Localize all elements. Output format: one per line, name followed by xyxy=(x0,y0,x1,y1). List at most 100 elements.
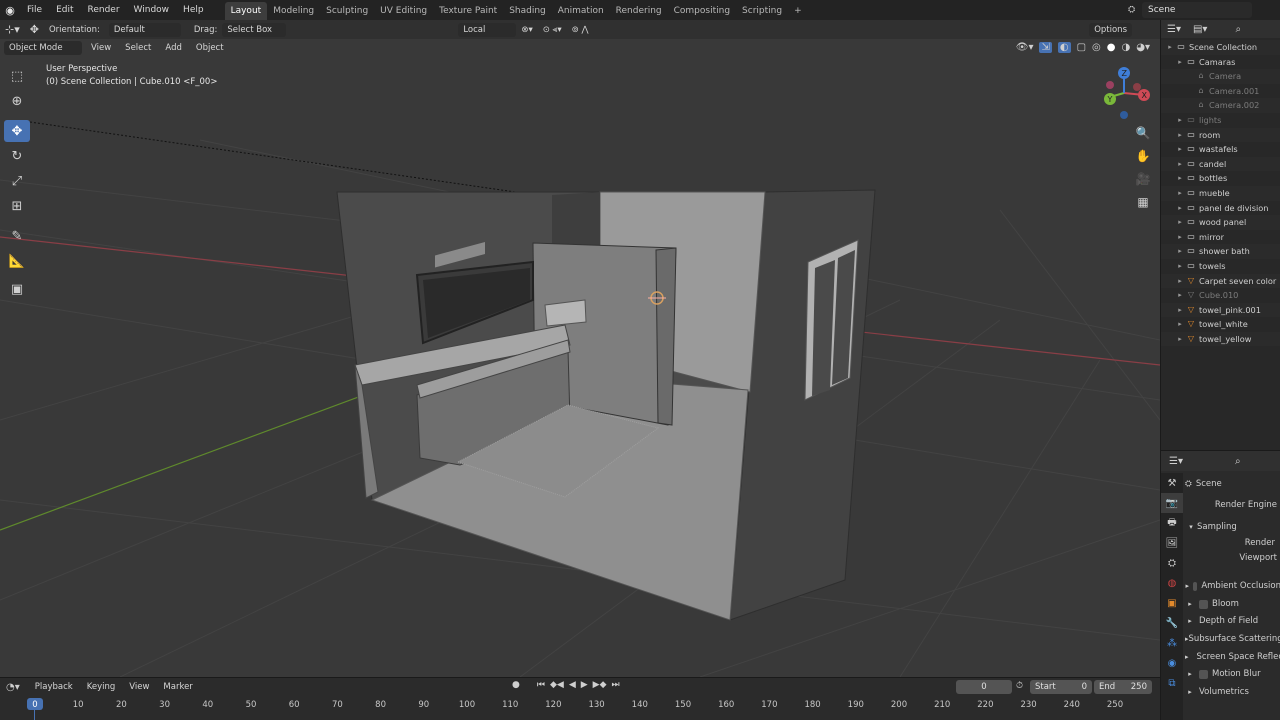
view-layer-tab-icon[interactable]: 🖼 xyxy=(1161,533,1183,553)
expand-toggle-icon[interactable]: ▸ xyxy=(1175,142,1185,157)
outliner-row[interactable]: ▸ ▭ mueble xyxy=(1161,185,1280,201)
expand-toggle-icon[interactable]: ▸ xyxy=(1175,215,1185,230)
outliner-row[interactable]: ▸ ▽ towel_yellow xyxy=(1161,331,1280,347)
object-tab-icon[interactable]: ▣ xyxy=(1161,593,1183,613)
outliner-row[interactable]: ▸ ▭ wood panel xyxy=(1161,215,1280,230)
outliner-row[interactable]: ▸ ▭ mirror xyxy=(1161,230,1280,245)
viewport-menu-view[interactable]: View xyxy=(86,43,116,53)
workspace-tab-rendering[interactable]: Rendering xyxy=(610,2,668,20)
proportional-edit-icon[interactable]: ⊚ ⋀ xyxy=(567,25,594,35)
select-box-tool-icon[interactable]: ⬚ xyxy=(4,65,30,87)
outliner-row[interactable]: ▸ ▭ candel xyxy=(1161,156,1280,172)
expand-toggle-icon[interactable]: ▸ xyxy=(1175,332,1185,347)
scene-tab-icon[interactable]: ⛭ xyxy=(1161,553,1183,573)
expand-toggle-icon[interactable]: ▸ xyxy=(1175,274,1185,289)
workspace-tab-texture-paint[interactable]: Texture Paint xyxy=(433,2,503,20)
scene-selector[interactable]: ⛭ Scene xyxy=(1128,2,1252,18)
property-section-header[interactable]: ▸ Motion Blur xyxy=(1185,666,1280,684)
expand-toggle-icon[interactable]: ▸ xyxy=(1175,317,1185,332)
menu-file[interactable]: File xyxy=(20,0,49,20)
modifier-tab-icon[interactable]: 🔧 xyxy=(1161,613,1183,633)
section-enable-checkbox[interactable] xyxy=(1199,600,1208,610)
overlay-toggle-icon[interactable]: ◐ xyxy=(1057,42,1071,53)
xray-icon[interactable]: ▢ xyxy=(1077,42,1086,53)
expand-toggle-icon[interactable]: ▸ xyxy=(1175,171,1185,186)
property-section-header[interactable]: ▸ Bloom xyxy=(1185,596,1280,614)
wireframe-shading-icon[interactable]: ◎ xyxy=(1092,42,1101,53)
tool-tab-icon[interactable]: ⚒ xyxy=(1161,473,1183,493)
expand-toggle-icon[interactable]: ▸ xyxy=(1175,303,1185,318)
property-section-header[interactable]: ▸ Subsurface Scattering xyxy=(1185,631,1280,649)
options-dropdown[interactable]: Options xyxy=(1089,22,1132,37)
outliner-filter-icon[interactable]: ▤▾ xyxy=(1193,24,1207,35)
transform-tool-icon[interactable]: ⊞ xyxy=(4,195,30,217)
expand-toggle-icon[interactable]: ▸ xyxy=(1175,288,1185,303)
solid-shading-icon[interactable]: ● xyxy=(1107,42,1116,53)
viewport-menu-add[interactable]: Add xyxy=(160,43,186,53)
outliner-row[interactable]: ▸ ▭ Scene Collection xyxy=(1161,40,1280,55)
menu-help[interactable]: Help xyxy=(176,0,211,20)
outliner-row[interactable]: ⌂ Camera xyxy=(1161,69,1280,84)
section-enable-checkbox[interactable] xyxy=(1193,582,1198,592)
outliner-row[interactable]: ▸ ▭ Camaras xyxy=(1161,55,1280,70)
transform-space-dropdown[interactable]: Local xyxy=(458,22,517,37)
workspace-tab-uv-editing[interactable]: UV Editing xyxy=(374,2,433,20)
expand-toggle-icon[interactable]: ▸ xyxy=(1175,157,1185,172)
visibility-icon[interactable]: 👁▾ xyxy=(1016,42,1034,53)
section-enable-checkbox[interactable] xyxy=(1199,670,1208,680)
properties-search-icon[interactable]: ⌕ xyxy=(1235,456,1241,467)
add-cube-tool-icon[interactable]: ▣ xyxy=(4,278,30,300)
menu-edit[interactable]: Edit xyxy=(49,0,80,20)
camera-view-icon[interactable]: 🎥 xyxy=(1132,168,1154,190)
mode-dropdown[interactable]: Object Mode xyxy=(4,40,82,55)
particles-tab-icon[interactable]: ⁂ xyxy=(1161,633,1183,653)
outliner-row[interactable]: ▸ ▭ lights xyxy=(1161,113,1280,128)
workspace-tab-animation[interactable]: Animation xyxy=(552,2,610,20)
workspace-tab-shading[interactable]: Shading xyxy=(503,2,552,20)
drag-dropdown[interactable]: Select Box xyxy=(222,22,287,37)
property-section-header[interactable]: ▸ Ambient Occlusion xyxy=(1185,578,1280,596)
outliner-row[interactable]: ▸ ▭ panel de division xyxy=(1161,201,1280,216)
expand-toggle-icon[interactable]: ▸ xyxy=(1175,128,1185,143)
workspace-tab-compositing[interactable]: Compositing xyxy=(668,2,736,20)
expand-toggle-icon[interactable]: ▸ xyxy=(1175,55,1185,70)
expand-toggle-icon[interactable]: ▸ xyxy=(1175,244,1185,259)
outliner-search-icon[interactable]: ⌕ xyxy=(1235,24,1241,35)
outliner-row[interactable]: ▸ ▽ Carpet seven color xyxy=(1161,273,1280,289)
viewport-samples-row[interactable]: Viewport xyxy=(1185,551,1280,566)
viewport-menu-object[interactable]: Object xyxy=(191,43,229,53)
editor-type-icon[interactable]: ⊹▾ xyxy=(0,23,25,36)
outliner-row[interactable]: ▸ ▭ towels xyxy=(1161,259,1280,274)
outliner-row[interactable]: ▸ ▭ wastafels xyxy=(1161,142,1280,157)
bathroom-model[interactable] xyxy=(336,189,876,621)
render-engine-row[interactable]: Render Engine xyxy=(1185,497,1280,515)
transform-gizmo-icon[interactable]: ✥ xyxy=(25,23,44,36)
workspace-tab-modeling[interactable]: Modeling xyxy=(267,2,320,20)
material-shading-icon[interactable]: ◑ xyxy=(1122,42,1131,53)
menu-window[interactable]: Window xyxy=(127,0,177,20)
rendered-shading-icon[interactable]: ◕▾ xyxy=(1136,42,1150,53)
outliner-row[interactable]: ▸ ▽ Cube.010 xyxy=(1161,288,1280,303)
render-tab-icon[interactable]: 📷 xyxy=(1161,493,1183,513)
rotate-tool-icon[interactable]: ↻ xyxy=(4,145,30,167)
expand-toggle-icon[interactable]: ▸ xyxy=(1175,113,1185,128)
expand-toggle-icon[interactable]: ▸ xyxy=(1165,40,1175,55)
scale-tool-icon[interactable]: ⤢ xyxy=(4,170,30,192)
outliner-row[interactable]: ⌂ Camera.002 xyxy=(1161,98,1280,113)
property-section-header[interactable]: ▸ Volumetrics xyxy=(1185,684,1280,702)
outliner-row[interactable]: ▸ ▭ bottles xyxy=(1161,171,1280,186)
move-tool-icon[interactable]: ✥ xyxy=(4,120,30,142)
property-section-header[interactable]: ▸ Depth of Field xyxy=(1185,613,1280,631)
viewport-menu-select[interactable]: Select xyxy=(120,43,156,53)
world-tab-icon[interactable]: ◍ xyxy=(1161,573,1183,593)
outliner-row[interactable]: ▸ ▽ towel_white xyxy=(1161,317,1280,332)
viewport-scene[interactable] xyxy=(0,20,1160,677)
menu-render[interactable]: Render xyxy=(81,0,127,20)
expand-toggle-icon[interactable]: ▸ xyxy=(1175,201,1185,216)
outliner-row[interactable]: ⌂ Camera.001 xyxy=(1161,84,1280,99)
zoom-icon[interactable]: 🔍 xyxy=(1132,122,1154,144)
snap-icon[interactable]: ⊙ ⫷▾ xyxy=(538,25,567,35)
outliner-editor-icon[interactable]: ☰▾ xyxy=(1167,24,1181,35)
outliner-row[interactable]: ▸ ▭ room xyxy=(1161,127,1280,143)
output-tab-icon[interactable]: 🖶 xyxy=(1161,513,1183,533)
